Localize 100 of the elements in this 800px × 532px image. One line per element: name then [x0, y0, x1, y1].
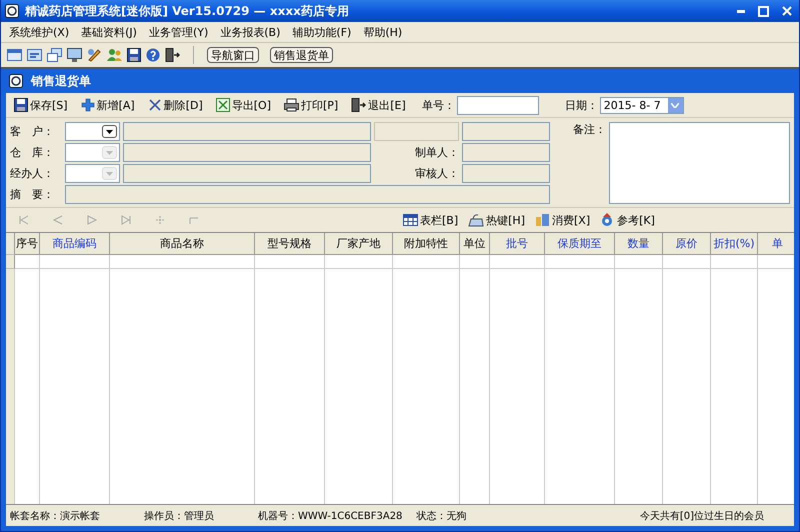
- previous-record-icon[interactable]: [52, 215, 64, 225]
- printer-icon: [284, 98, 299, 112]
- remark-field[interactable]: [609, 122, 790, 204]
- status-text: 机器号：WWW-1C6CEBF3A28: [257, 510, 402, 522]
- row-indicator[interactable]: [6, 255, 15, 269]
- column-header[interactable]: 数量: [615, 233, 663, 255]
- status-text: 今天共有[0]位过生日的会员: [638, 510, 765, 522]
- export-button[interactable]: 导出[O]: [210, 95, 276, 115]
- next-record-icon[interactable]: [86, 215, 98, 225]
- toolbar-button[interactable]: 导航窗口: [207, 47, 259, 63]
- table-icon: [403, 213, 418, 227]
- column-header[interactable]: 商品名称: [110, 233, 255, 255]
- grid-cell[interactable]: [40, 255, 110, 269]
- grid-cell[interactable]: [615, 255, 663, 269]
- menu-item[interactable]: 业务管理(Y): [142, 24, 214, 40]
- app-icon: [5, 4, 19, 18]
- document-title: 销售退货单: [31, 72, 91, 90]
- plus-icon: [80, 98, 95, 112]
- number-field[interactable]: [456, 96, 539, 114]
- users-icon: [107, 48, 122, 62]
- consume-button[interactable]: 消费[X]: [530, 210, 596, 230]
- save-icon: [127, 48, 141, 62]
- toolbar-button[interactable]: 销售退货单: [270, 47, 333, 63]
- column-header[interactable]: 原价: [663, 233, 711, 255]
- reference-button[interactable]: 参考[K]: [595, 210, 660, 230]
- card-icon: [27, 48, 42, 62]
- field-label: 备注：: [572, 122, 606, 138]
- text-field[interactable]: [123, 122, 371, 141]
- field-label: 制单人：: [414, 145, 459, 161]
- save-icon: [14, 98, 28, 112]
- dropdown-field[interactable]: [65, 122, 120, 141]
- spreadsheet-icon: [216, 98, 230, 112]
- status-text: 状态：无狗: [415, 510, 466, 522]
- field-label: 客 户：: [10, 124, 55, 140]
- help-icon: [146, 48, 160, 62]
- cross-icon: [148, 98, 162, 112]
- columns-button[interactable]: 表栏[B]: [398, 210, 464, 230]
- column-header[interactable]: 单: [758, 233, 794, 255]
- dropdown-field[interactable]: [65, 143, 120, 162]
- status-text: 操作员：管理员: [143, 510, 214, 522]
- windows-icon: [47, 48, 62, 62]
- grid-cell[interactable]: [393, 255, 460, 269]
- field-label: 单号：: [422, 98, 455, 112]
- keyboard-icon: [468, 213, 484, 227]
- add-button[interactable]: 新增[A]: [76, 95, 140, 115]
- field-label: 仓 库：: [10, 145, 55, 161]
- field-label: 摘 要：: [10, 187, 55, 203]
- insert-record-icon[interactable]: [154, 215, 166, 225]
- text-field[interactable]: [374, 122, 459, 141]
- text-field[interactable]: [462, 122, 550, 141]
- print-button[interactable]: 打印[P]: [279, 95, 344, 115]
- field-label: 审核人：: [414, 166, 459, 182]
- field-label: 日期：: [564, 98, 598, 112]
- menu-item[interactable]: 辅助功能(F): [286, 24, 358, 40]
- menu-item[interactable]: 基础资料(J): [75, 24, 143, 40]
- grid-cell[interactable]: [545, 255, 615, 269]
- summary-field[interactable]: [65, 185, 550, 204]
- column-header[interactable]: 厂家产地: [325, 233, 393, 255]
- status-text: 帐套名称：演示帐套: [9, 510, 100, 522]
- grid-cell[interactable]: [255, 255, 325, 269]
- grid-cell[interactable]: [663, 255, 711, 269]
- date-value: 2015- 8- 7: [604, 98, 661, 112]
- grid-cell[interactable]: [711, 255, 758, 269]
- column-header[interactable]: 折扣(%): [711, 233, 758, 255]
- delete-record-icon[interactable]: [188, 215, 200, 225]
- app-icon: [9, 74, 23, 88]
- grid-cell[interactable]: [110, 255, 255, 269]
- text-field[interactable]: [123, 164, 371, 183]
- date-field[interactable]: 2015- 8- 7: [600, 96, 684, 114]
- save-button[interactable]: 保存[S]: [9, 95, 73, 115]
- first-record-icon[interactable]: [18, 215, 30, 225]
- column-header[interactable]: 型号规格: [255, 233, 325, 255]
- delete-button[interactable]: 删除[D]: [142, 95, 208, 115]
- grid-cell[interactable]: [490, 255, 545, 269]
- text-field[interactable]: [462, 164, 550, 183]
- field-label: 经办人：: [10, 166, 55, 182]
- exit-button[interactable]: 退出[E]: [346, 95, 411, 115]
- monitor-icon: [67, 48, 82, 62]
- column-header[interactable]: 商品编码: [40, 233, 110, 255]
- table-icon: [7, 48, 22, 62]
- column-header[interactable]: 单位: [460, 233, 490, 255]
- grid-cell[interactable]: [325, 255, 393, 269]
- door-arrow-icon: [351, 98, 366, 112]
- menu-item[interactable]: 业务报表(B): [214, 24, 286, 40]
- column-header[interactable]: 附加特性: [393, 233, 460, 255]
- last-record-icon[interactable]: [120, 215, 132, 225]
- window-title: 精诚药店管理系统[迷你版] Ver15.0729 — xxxx药店专用: [25, 2, 350, 20]
- door-arrow-icon: [165, 48, 180, 62]
- column-header[interactable]: 批号: [490, 233, 545, 255]
- hotkey-button[interactable]: 热键[H]: [463, 210, 530, 230]
- text-field[interactable]: [123, 143, 371, 162]
- column-header[interactable]: 序号: [15, 233, 40, 255]
- dropdown-field[interactable]: [65, 164, 120, 183]
- text-field[interactable]: [462, 143, 550, 162]
- column-header[interactable]: 保质期至: [545, 233, 615, 255]
- menu-item[interactable]: 系统维护(X): [3, 24, 76, 40]
- pen-icon: [87, 48, 102, 62]
- menu-item[interactable]: 帮助(H): [357, 24, 408, 40]
- grid-cell[interactable]: [460, 255, 490, 269]
- grid-cell[interactable]: [15, 255, 40, 269]
